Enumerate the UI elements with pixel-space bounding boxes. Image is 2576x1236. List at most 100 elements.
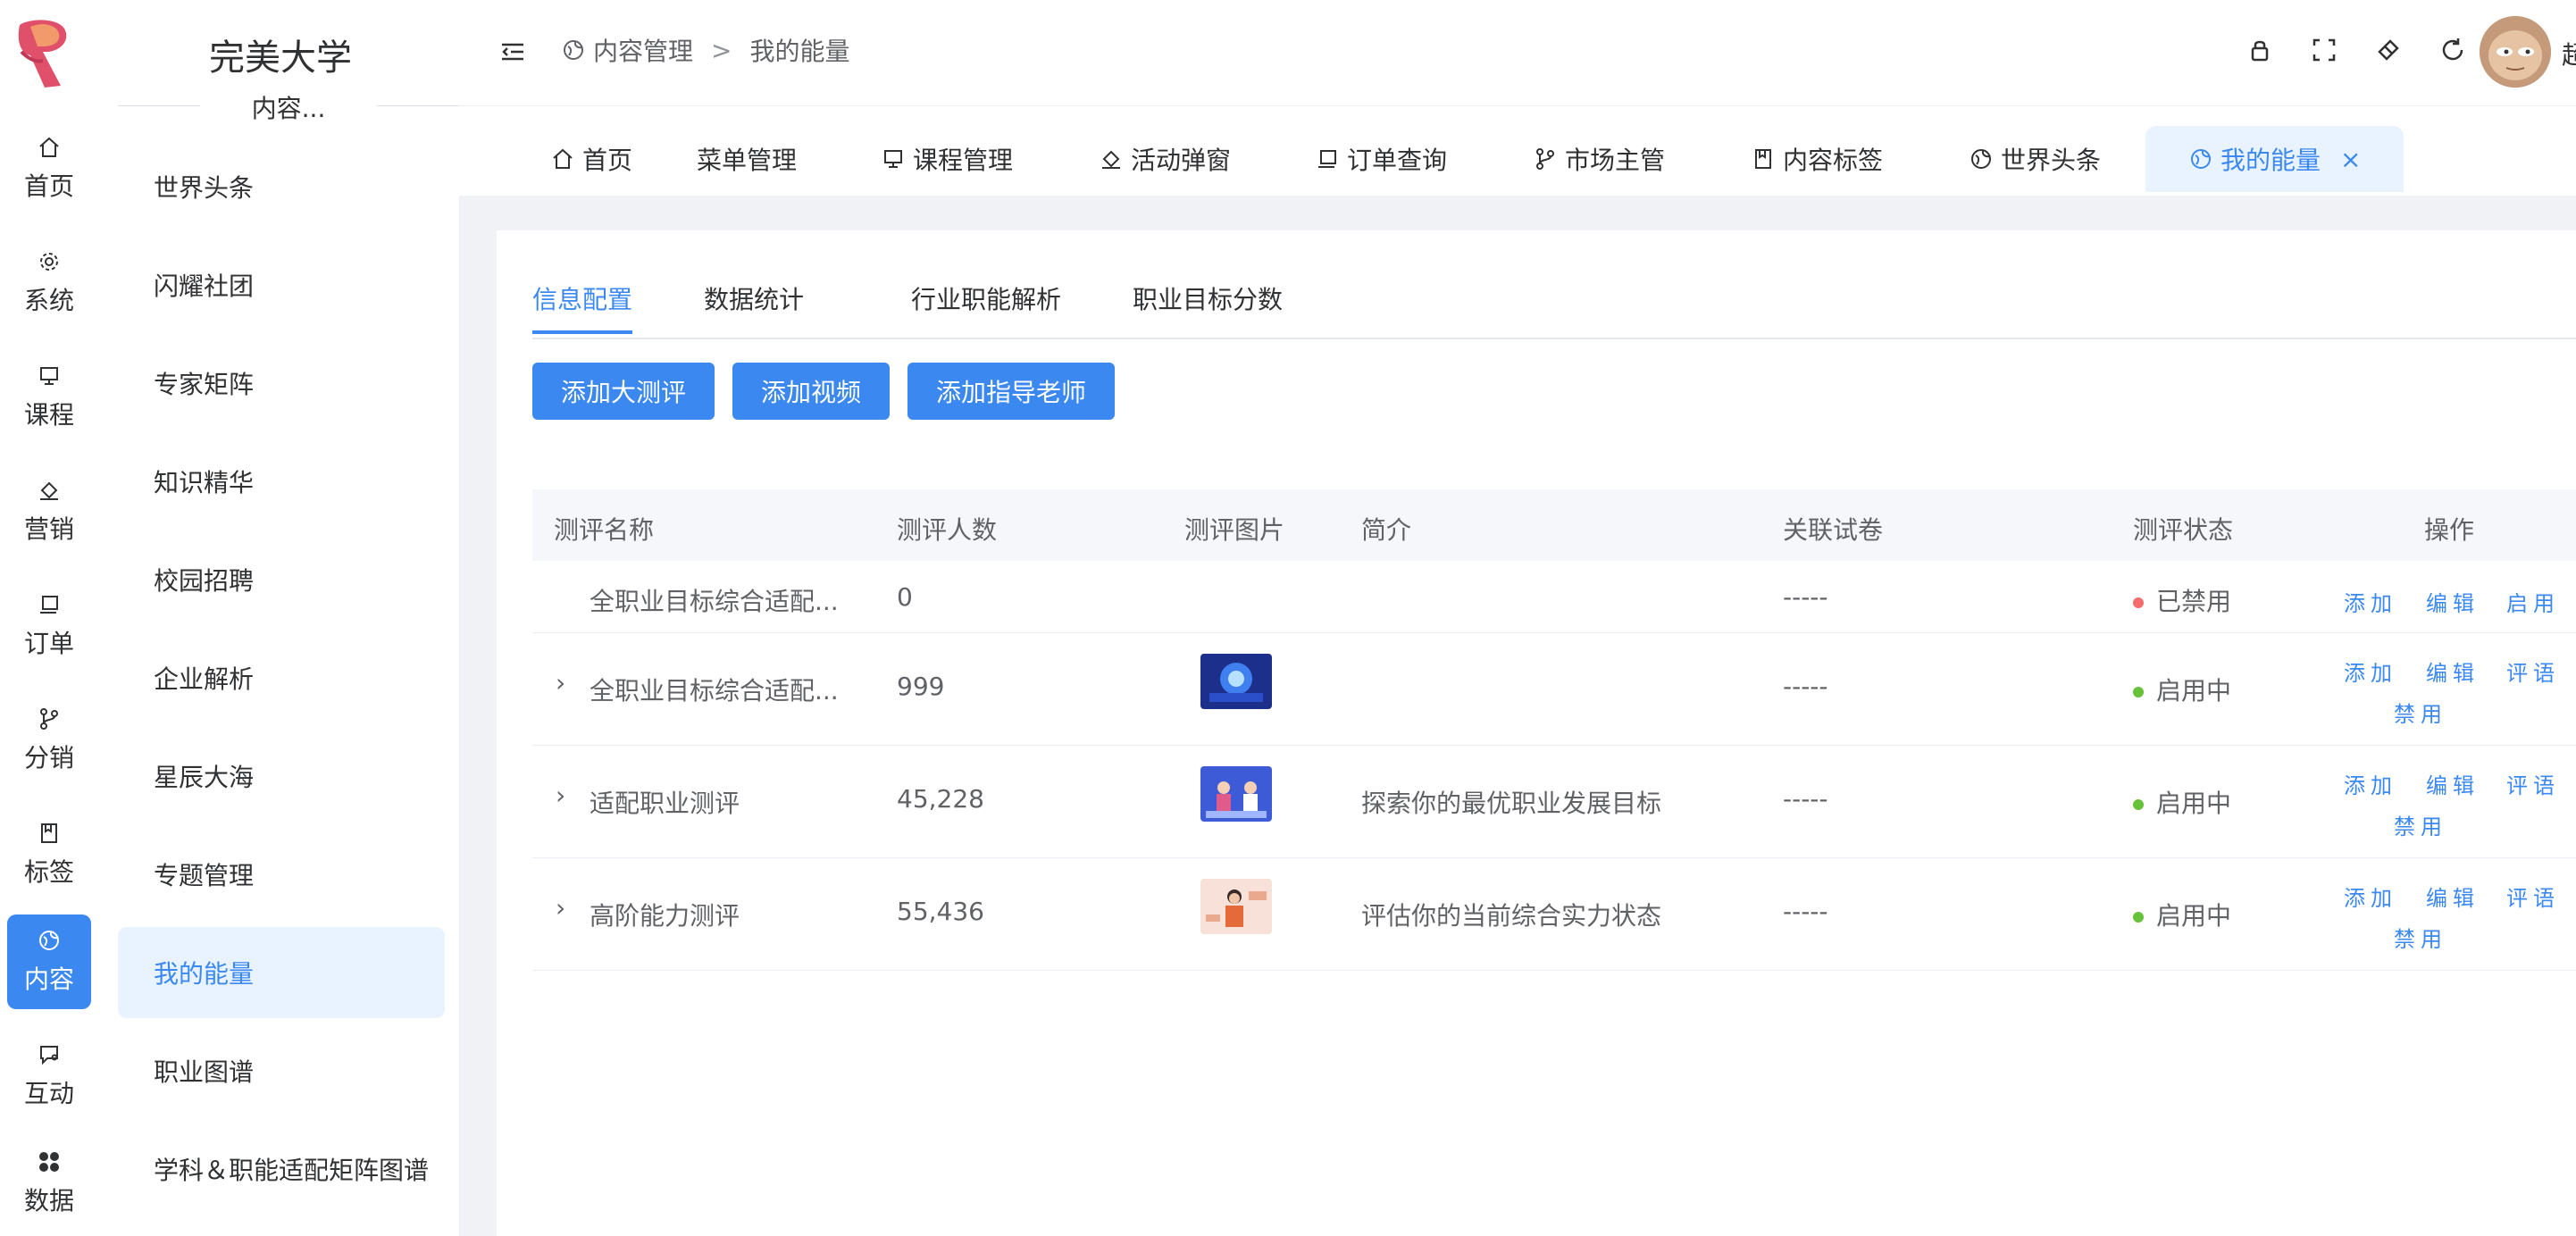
submenu-item-knowledge[interactable]: 知识精华: [118, 436, 445, 527]
tab-order-query[interactable]: 订单查询: [1315, 126, 1447, 192]
rail-item-label: 系统: [23, 286, 74, 315]
column-header: 测评人数: [897, 515, 998, 545]
submenu-item-topics[interactable]: 专题管理: [118, 829, 445, 920]
add-link[interactable]: 添加: [2344, 656, 2397, 687]
rail-item-course[interactable]: 课程: [7, 350, 91, 445]
subtab-career-score[interactable]: 职业目标分数: [1133, 280, 1283, 330]
tab-label: 我的能量: [2221, 146, 2321, 175]
edit-link[interactable]: 编辑: [2426, 768, 2480, 799]
column-header: 测评名称: [554, 515, 655, 545]
laptop-icon: [1318, 150, 1336, 168]
disable-link[interactable]: 禁用: [2394, 809, 2447, 840]
chat-icon: [40, 1046, 58, 1065]
submenu-item-company-analysis[interactable]: 企业解析: [118, 632, 445, 723]
home-icon: [39, 137, 59, 157]
fullscreen-icon[interactable]: [2310, 36, 2338, 64]
tab-menu-management[interactable]: 菜单管理: [697, 126, 797, 192]
table-row: 全职业目标综合适配... 0 ----- 已禁用 添加 编辑 启用: [532, 561, 2576, 633]
comment-link[interactable]: 评语: [2506, 656, 2560, 687]
rail-item-system[interactable]: 系统: [7, 236, 91, 330]
rail-item-label: 分销: [23, 743, 74, 772]
rail-item-data[interactable]: 数据: [7, 1136, 91, 1231]
rail-item-label: 首页: [23, 171, 74, 201]
status-text: 启用中: [2156, 789, 2232, 818]
submenu-item-world-headlines[interactable]: 世界头条: [118, 141, 445, 232]
rail-item-label: 营销: [23, 514, 74, 544]
rail-item-distribution[interactable]: 分销: [7, 693, 91, 788]
breadcrumb-separator: >: [711, 35, 732, 65]
tab-content-tags[interactable]: 内容标签: [1751, 126, 1883, 192]
submenu-item-career-map[interactable]: 职业图谱: [118, 1025, 445, 1116]
tab-label: 市场主管: [1565, 146, 1666, 175]
assessment-thumbnail[interactable]: [1200, 766, 1272, 822]
expand-row-icon[interactable]: ›: [556, 668, 565, 697]
add-link[interactable]: 添加: [2344, 881, 2397, 912]
tab-label: 课程管理: [913, 146, 1014, 175]
edit-link[interactable]: 编辑: [2426, 586, 2480, 617]
disable-link[interactable]: 禁用: [2394, 922, 2447, 953]
username[interactable]: 超: [2562, 36, 2576, 71]
rail-item-label: 互动: [23, 1079, 74, 1108]
add-video-button[interactable]: 添加视频: [732, 363, 891, 420]
subtab-industry-analysis[interactable]: 行业职能解析: [911, 280, 1061, 330]
grid-icon: [39, 1152, 59, 1172]
assessment-count: 0: [897, 582, 913, 612]
tab-home[interactable]: 首页: [550, 126, 632, 192]
add-link[interactable]: 添加: [2344, 586, 2397, 617]
close-icon[interactable]: ×: [2340, 145, 2361, 174]
rail-item-content[interactable]: 内容: [7, 914, 91, 1009]
add-mentor-button[interactable]: 添加指导老师: [907, 363, 1116, 420]
rail-item-tags[interactable]: 标签: [7, 807, 91, 902]
tab-world-headlines[interactable]: 世界头条: [1969, 126, 2101, 192]
collapse-menu-icon[interactable]: [498, 38, 527, 66]
comment-link[interactable]: 评语: [2506, 768, 2560, 799]
column-header: 测评图片: [1184, 515, 1285, 545]
status-dot-icon: [2133, 687, 2144, 697]
linked-paper: -----: [1783, 582, 1828, 612]
tab-course-management[interactable]: 课程管理: [881, 126, 1013, 192]
avatar[interactable]: [2480, 16, 2551, 88]
globe-icon: [1971, 149, 1991, 169]
megaphone-icon: [1102, 150, 1120, 169]
globe-icon: [564, 40, 583, 60]
rail-item-label: 内容: [23, 965, 74, 994]
tab-activity-popup[interactable]: 活动弹窗: [1099, 126, 1231, 192]
tab-my-energy[interactable]: 我的能量 ×: [2145, 126, 2405, 192]
subtab-info-config[interactable]: 信息配置: [532, 280, 633, 334]
lock-icon[interactable]: [2246, 36, 2274, 64]
globe-icon: [39, 931, 59, 950]
linked-paper: -----: [1783, 672, 1828, 701]
submenu-item-matrix-map[interactable]: 学科＆职能适配矩阵图谱: [118, 1123, 445, 1215]
submenu-item-clubs[interactable]: 闪耀社团: [118, 239, 445, 330]
assessment-thumbnail[interactable]: [1200, 654, 1272, 709]
add-major-assessment-button[interactable]: 添加大测评: [532, 363, 715, 420]
comment-link[interactable]: 评语: [2506, 881, 2560, 912]
top-header: 内容管理 > 我的能量 超: [459, 0, 2576, 106]
breadcrumb-parent[interactable]: 内容管理: [593, 32, 693, 68]
assessment-name: 全职业目标综合适配...: [590, 587, 839, 616]
submenu-item-campus-recruit[interactable]: 校园招聘: [118, 534, 445, 625]
disable-link[interactable]: 禁用: [2394, 697, 2447, 728]
expand-row-icon[interactable]: ›: [556, 781, 565, 810]
status-badge: 启用中: [2133, 672, 2231, 707]
monitor-icon: [884, 150, 902, 168]
expand-row-icon[interactable]: ›: [556, 893, 565, 923]
assessment-count: 45,228: [897, 784, 984, 814]
tab-label: 首页: [582, 146, 633, 175]
enable-link[interactable]: 启用: [2506, 586, 2560, 617]
refresh-icon[interactable]: [2438, 36, 2467, 64]
tab-market-supervisor[interactable]: 市场主管: [1533, 126, 1665, 192]
assessment-thumbnail[interactable]: [1200, 879, 1272, 934]
subtab-data-stats[interactable]: 数据统计: [704, 280, 804, 330]
rail-item-order[interactable]: 订单: [7, 579, 91, 673]
submenu-item-stars-sea[interactable]: 星辰大海: [118, 731, 445, 822]
add-link[interactable]: 添加: [2344, 768, 2397, 799]
rail-item-marketing[interactable]: 营销: [7, 464, 91, 559]
edit-link[interactable]: 编辑: [2426, 881, 2480, 912]
clear-icon[interactable]: [2374, 36, 2403, 64]
rail-item-interact[interactable]: 互动: [7, 1029, 91, 1123]
submenu-item-my-energy[interactable]: 我的能量: [118, 927, 445, 1018]
submenu-item-experts[interactable]: 专家矩阵: [118, 338, 445, 429]
edit-link[interactable]: 编辑: [2426, 656, 2480, 687]
rail-item-home[interactable]: 首页: [7, 121, 91, 216]
